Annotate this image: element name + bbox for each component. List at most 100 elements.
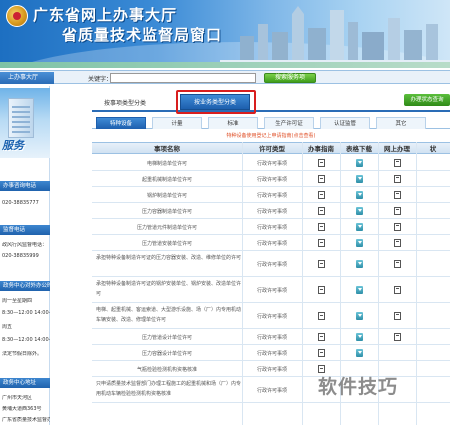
apply-online-icon[interactable]	[394, 175, 401, 183]
address-line-2: 黄埔大道西363号	[2, 406, 42, 412]
supervise-label: 政风行风监督电话：	[2, 242, 48, 248]
guide-document-icon[interactable]	[318, 159, 325, 167]
col-online-apply: 网上办理	[384, 145, 410, 153]
tab-standard[interactable]: 标准	[208, 117, 258, 129]
search-bar: 上办事大厅 关键字： 搜索服务项	[0, 70, 450, 84]
license-type: 行政许可事项	[256, 288, 287, 294]
table-row: 承担特种设备制造许可证的锅炉安装单位、锅炉安装、改造单位许可 行政许可事项	[92, 277, 450, 303]
hall-tab[interactable]: 上办事大厅	[0, 72, 54, 84]
table-header: 事项名称 许可类型 办事指南 表格下载 网上办理 状	[92, 142, 450, 154]
download-icon[interactable]	[356, 349, 363, 357]
item-name-link[interactable]: 只申请质量技术监督部门办理工程施工的起重机械和场（厂）内专用机动车辆检验检测机构…	[92, 379, 242, 401]
consult-phone: 020-38835777	[2, 200, 39, 206]
guide-document-icon[interactable]	[318, 286, 325, 294]
apply-online-icon[interactable]	[394, 159, 401, 167]
item-name-link[interactable]: 起重机械制造单位许可	[92, 176, 242, 183]
guide-document-icon[interactable]	[318, 191, 325, 199]
apply-online-icon[interactable]	[394, 286, 401, 294]
download-icon[interactable]	[356, 159, 363, 167]
banner-subtitle: 省质量技术监督局窗口	[62, 26, 223, 44]
page: 广东省网上办事大厅 省质量技术监督局窗口 上办事大厅 关键字： 搜索服务项 服务…	[0, 0, 450, 425]
item-name-link[interactable]: 承担特种设备制造许可证的压力容器安装、改造、维修单位的许可	[92, 253, 242, 275]
license-type: 行政许可事项	[256, 193, 287, 199]
building-image	[8, 98, 34, 138]
apply-online-icon[interactable]	[394, 239, 401, 247]
table-row: 起重机械制造单位许可 行政许可事项	[92, 171, 450, 187]
guide-document-icon[interactable]	[318, 312, 325, 320]
tab-by-item-type[interactable]: 按事项类型分类	[104, 98, 146, 107]
guide-document-icon[interactable]	[318, 349, 325, 357]
item-name-link[interactable]: 电梯、起重机械、客运索道、大型游乐设施、场（厂）内专用机动车辆安装、改造、修理单…	[92, 305, 242, 327]
col-license-type: 许可类型	[259, 145, 285, 153]
license-type: 行政许可事项	[256, 367, 287, 373]
guide-document-icon[interactable]	[318, 175, 325, 183]
tab-special-equipment[interactable]: 特种设备	[96, 117, 146, 129]
apply-online-icon[interactable]	[394, 312, 401, 320]
download-icon[interactable]	[356, 333, 363, 341]
status-query-button[interactable]: 办理状态查询	[404, 94, 450, 106]
hours-line-5: 法定节假日除外。	[2, 351, 43, 357]
guide-document-icon[interactable]	[318, 207, 325, 215]
city-skyline-image	[220, 6, 450, 68]
highlight-box	[176, 90, 256, 114]
item-name-link[interactable]: 承担特种设备制造许可证的锅炉安装单位、锅炉安装、改造单位许可	[92, 279, 242, 301]
apply-online-icon[interactable]	[394, 223, 401, 231]
col-item-name: 事项名称	[154, 145, 180, 153]
item-name-link[interactable]: 压力容器设计单位许可	[92, 350, 242, 357]
guide-document-icon[interactable]	[318, 333, 325, 341]
banner-ground	[0, 62, 450, 68]
download-icon[interactable]	[356, 286, 363, 294]
table-row: 电梯、起重机械、客运索道、大型游乐设施、场（厂）内专用机动车辆安装、改造、修理单…	[92, 303, 450, 329]
download-icon[interactable]	[356, 207, 363, 215]
table-row: 锅炉制造单位许可 行政许可事项	[92, 187, 450, 203]
license-type: 行政许可事项	[256, 161, 287, 167]
guide-document-icon[interactable]	[318, 223, 325, 231]
item-name-link[interactable]: 锅炉制造单位许可	[92, 192, 242, 199]
address-line-3: 广东省质量技术监督办公大楼	[2, 417, 50, 423]
license-type: 行政许可事项	[256, 209, 287, 215]
download-icon[interactable]	[356, 312, 363, 320]
item-name-link[interactable]: 电梯制造单位许可	[92, 160, 242, 167]
tab-metrology[interactable]: 计量	[152, 117, 202, 129]
category-tabs: 特种设备 计量 标准 生产许可证 认证监管 其它	[92, 117, 450, 129]
item-name-link[interactable]: 压力管道元件制造单位许可	[92, 224, 242, 231]
classification-tabs: 按事项类型分类 按业务类型分类 办理状态查询	[92, 90, 450, 114]
search-button[interactable]: 搜索服务项	[264, 73, 316, 83]
tab-other[interactable]: 其它	[376, 117, 426, 129]
tab-certification[interactable]: 认证监管	[320, 117, 370, 129]
service-photo: 服务	[0, 88, 50, 158]
download-icon[interactable]	[356, 175, 363, 183]
address-line-1: 广州市天河区	[2, 395, 33, 401]
guide-document-icon[interactable]	[318, 239, 325, 247]
apply-online-icon[interactable]	[394, 333, 401, 341]
watermark-text: 软件技巧	[318, 376, 399, 398]
emblem-icon	[6, 5, 28, 27]
item-name-link[interactable]: 压力容器制造单位许可	[92, 208, 242, 215]
download-icon[interactable]	[356, 260, 363, 268]
license-type: 行政许可事项	[256, 225, 287, 231]
tab-production-license[interactable]: 生产许可证	[264, 117, 314, 129]
apply-online-icon[interactable]	[394, 207, 401, 215]
hours-line-3: 周五	[2, 324, 13, 330]
item-name-link[interactable]: 气瓶检验检测机构资格核准	[92, 366, 242, 373]
header-banner: 广东省网上办事大厅 省质量技术监督局窗口	[0, 0, 450, 68]
license-type: 行政许可事项	[256, 351, 287, 357]
service-photo-label: 服务	[2, 139, 24, 152]
download-icon[interactable]	[356, 239, 363, 247]
download-icon[interactable]	[356, 223, 363, 231]
apply-online-icon[interactable]	[394, 260, 401, 268]
sidebar-heading-consult: 办事咨询电话	[0, 181, 50, 191]
table-row: 承担特种设备制造许可证的压力容器安装、改造、维修单位的许可 行政许可事项	[92, 251, 450, 277]
download-icon[interactable]	[356, 191, 363, 199]
keyword-input[interactable]	[110, 73, 256, 83]
guide-document-icon[interactable]	[318, 260, 325, 268]
sidebar-heading-hours: 政务中心对外办公时间	[0, 281, 50, 291]
item-name-link[interactable]: 压力管道设计单位许可	[92, 334, 242, 341]
guide-notice-link[interactable]: 特种设备使用登记上申请指南(点击查看)	[92, 132, 450, 139]
sidebar-heading-supervise: 监督电话	[0, 225, 50, 235]
apply-online-icon[interactable]	[394, 191, 401, 199]
hours-line-2: 8:30—12:00 14:00—17:30	[2, 310, 50, 316]
table-row: 压力管道安装单位许可 行政许可事项	[92, 235, 450, 251]
table-row: 压力容器设计单位许可 行政许可事项	[92, 345, 450, 361]
item-name-link[interactable]: 压力管道安装单位许可	[92, 240, 242, 247]
